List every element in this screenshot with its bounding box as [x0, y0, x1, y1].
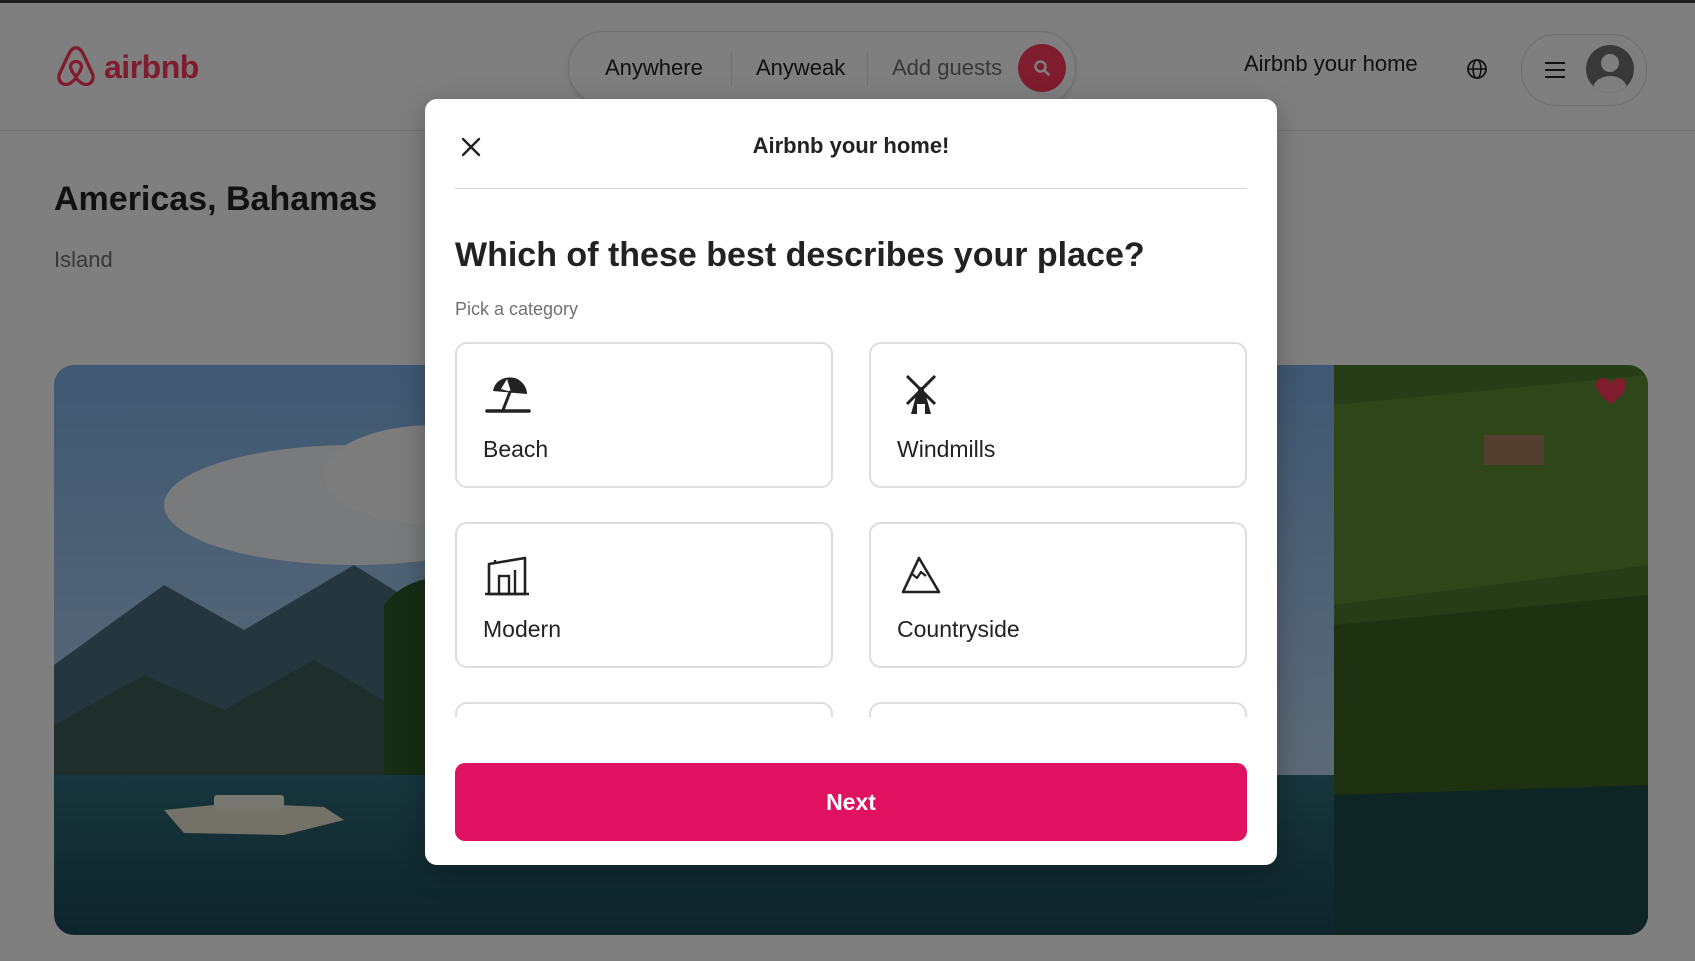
- category-card-beach[interactable]: Beach: [455, 342, 833, 488]
- modal-hint: Pick a category: [455, 299, 579, 319]
- category-label: Countryside: [897, 616, 1020, 642]
- mountain-icon: [901, 556, 941, 594]
- host-category-modal: Airbnb your home! Which of these best de…: [425, 99, 1277, 865]
- category-card-windmills[interactable]: Windmills: [869, 342, 1247, 488]
- category-label: Modern: [483, 616, 561, 642]
- modal-question: Which of these best describes your place…: [455, 236, 1145, 274]
- category-label: Windmills: [897, 436, 996, 462]
- windmill-icon: [905, 374, 937, 414]
- modern-house-icon: [485, 556, 529, 596]
- modal-divider: [455, 188, 1247, 189]
- category-grid[interactable]: Beach Windmills Modern Countryside: [455, 342, 1247, 717]
- category-card-partial[interactable]: [869, 702, 1247, 717]
- category-label: Beach: [483, 436, 549, 462]
- category-card-modern[interactable]: Modern: [455, 522, 833, 668]
- category-card-countryside[interactable]: Countryside: [869, 522, 1247, 668]
- next-button[interactable]: Next: [455, 763, 1247, 841]
- modal-title: Airbnb your home!: [752, 133, 950, 158]
- category-card-partial[interactable]: [455, 702, 833, 717]
- beach-umbrella-icon: [485, 377, 531, 413]
